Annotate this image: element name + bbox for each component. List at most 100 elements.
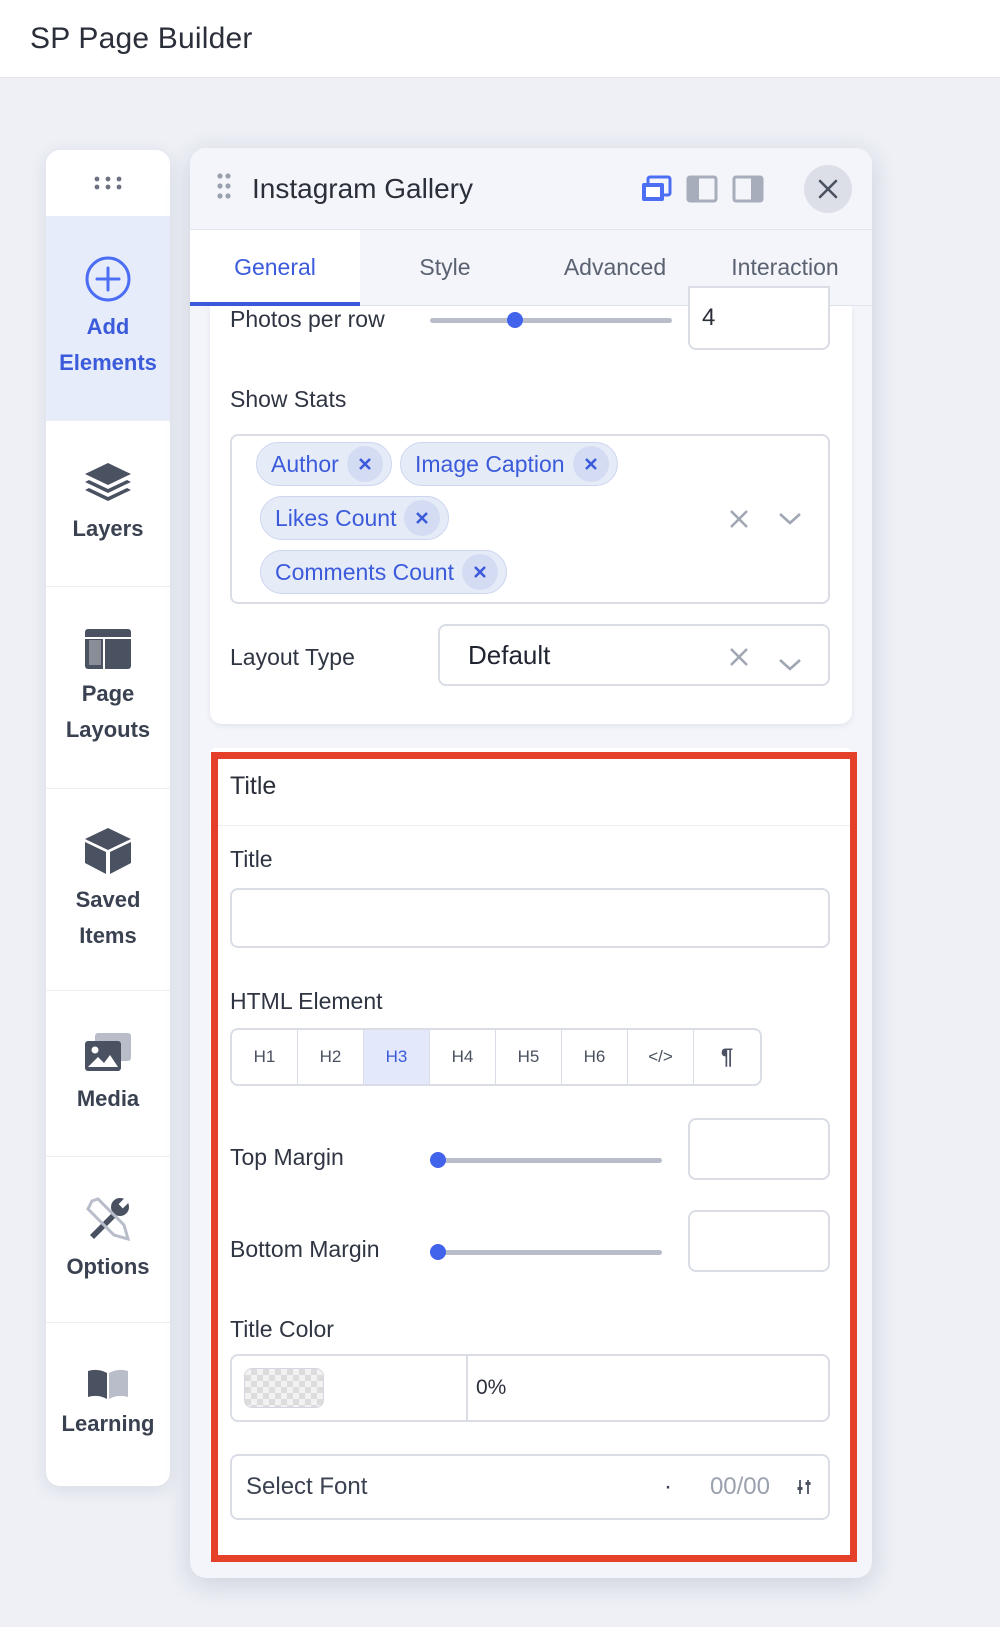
- sidebar-item-add-elements[interactable]: Add Elements: [46, 216, 170, 420]
- tag-image-caption[interactable]: Image Caption: [400, 442, 618, 486]
- html-element-h3[interactable]: H3: [364, 1030, 430, 1084]
- sidebar-item-options[interactable]: Options: [46, 1156, 170, 1322]
- app-title: SP Page Builder: [30, 21, 253, 55]
- sidebar-item-media[interactable]: Media: [46, 990, 170, 1156]
- panel-header: Instagram Gallery: [190, 148, 872, 230]
- remove-tag-icon[interactable]: [346, 446, 383, 482]
- sidebar: Add Elements Layers Page Layouts Saved I…: [46, 150, 170, 1486]
- sidebar-drag-handle[interactable]: [46, 150, 170, 216]
- html-element-code[interactable]: </>: [628, 1030, 694, 1084]
- html-element-h2[interactable]: H2: [298, 1030, 364, 1084]
- html-element-paragraph[interactable]: ¶: [694, 1030, 760, 1084]
- photos-per-row-value: 4: [702, 304, 716, 331]
- show-stats-label: Show Stats: [230, 386, 347, 412]
- layout-type-select[interactable]: Default: [438, 624, 830, 686]
- general-settings-card: Photos per row 4 Show Stats Author Image…: [210, 286, 852, 724]
- chevron-down-icon[interactable]: [778, 512, 802, 531]
- float-window-button[interactable]: [640, 175, 672, 203]
- bottom-margin-input[interactable]: [688, 1210, 830, 1272]
- sidebar-item-label: Media: [76, 1085, 140, 1111]
- bottom-margin-slider-knob[interactable]: [430, 1244, 446, 1260]
- tag-likes-count[interactable]: Likes Count: [260, 496, 450, 540]
- sidebar-item-label: Options: [66, 1253, 150, 1279]
- sidebar-item-page-layouts[interactable]: Page Layouts: [46, 586, 170, 788]
- color-opacity[interactable]: 0%: [468, 1356, 828, 1420]
- grip-dots-icon: [94, 176, 122, 190]
- show-stats-multiselect[interactable]: Author Image Caption Likes Count Comment…: [230, 434, 830, 604]
- title-input[interactable]: [230, 888, 830, 948]
- close-icon: [818, 179, 838, 198]
- bottom-margin-label: Bottom Margin: [230, 1236, 380, 1262]
- top-margin-label: Top Margin: [230, 1144, 344, 1170]
- tag-comments-count[interactable]: Comments Count: [260, 550, 507, 594]
- dock-right-button[interactable]: [732, 175, 764, 203]
- title-color-picker[interactable]: 0%: [230, 1354, 830, 1422]
- sidebar-item-layers[interactable]: Layers: [46, 420, 170, 586]
- dock-right-icon: [732, 175, 764, 202]
- html-element-h1[interactable]: H1: [232, 1030, 298, 1084]
- html-element-h5[interactable]: H5: [496, 1030, 562, 1084]
- remove-tag-icon[interactable]: [461, 554, 498, 590]
- separator-dot: ·: [663, 1473, 672, 1500]
- drag-handle[interactable]: [216, 172, 232, 205]
- title-color-label: Title Color: [230, 1316, 334, 1342]
- dock-left-icon: [686, 175, 718, 202]
- drag-dots-icon: [217, 173, 231, 199]
- section-heading-text: Title: [230, 772, 277, 800]
- tab-general[interactable]: General: [190, 230, 360, 306]
- box-icon: [85, 827, 131, 874]
- color-swatch-cell[interactable]: [232, 1356, 468, 1420]
- layout-type-value: Default: [468, 639, 551, 670]
- plus-circle-icon: [85, 256, 131, 302]
- tag-label: Author: [271, 450, 339, 477]
- top-margin-slider[interactable]: [430, 1158, 662, 1163]
- clear-all-icon[interactable]: [728, 508, 750, 535]
- layers-icon: [85, 462, 131, 501]
- top-margin-slider-knob[interactable]: [430, 1152, 446, 1168]
- sidebar-item-label: Learning: [61, 1410, 155, 1436]
- tag-author[interactable]: Author: [256, 442, 392, 486]
- dock-left-button[interactable]: [686, 175, 718, 203]
- remove-tag-icon[interactable]: [404, 500, 441, 536]
- top-bar: SP Page Builder: [0, 0, 1000, 78]
- tab-advanced[interactable]: Advanced: [530, 230, 700, 305]
- font-settings-icon[interactable]: [796, 1478, 812, 1496]
- bottom-margin-slider[interactable]: [430, 1250, 662, 1255]
- images-icon: [85, 1032, 131, 1071]
- chevron-down-icon[interactable]: [778, 648, 802, 679]
- sidebar-item-learning[interactable]: Learning: [46, 1322, 170, 1486]
- photos-per-row-slider-knob[interactable]: [506, 312, 523, 328]
- layout-type-label: Layout Type: [230, 644, 355, 670]
- font-selector-placeholder: Select Font: [246, 1473, 368, 1500]
- color-opacity-value: 0%: [476, 1376, 507, 1399]
- section-heading[interactable]: Title: [210, 748, 852, 826]
- tag-label: Image Caption: [415, 450, 565, 477]
- color-swatch[interactable]: [244, 1368, 324, 1408]
- panel-title: Instagram Gallery: [252, 172, 473, 204]
- html-element-h6[interactable]: H6: [562, 1030, 628, 1084]
- top-margin-input[interactable]: [688, 1118, 830, 1180]
- clear-icon[interactable]: [728, 644, 750, 675]
- sidebar-item-label: Saved Items: [75, 886, 141, 948]
- title-settings-card: Title Title HTML Element H1 H2 H3 H4 H5 …: [210, 748, 852, 1558]
- sidebar-item-label: Layers: [72, 515, 144, 541]
- title-field-label: Title: [230, 846, 273, 872]
- html-element-selector[interactable]: H1 H2 H3 H4 H5 H6 </> ¶: [230, 1028, 762, 1086]
- html-element-h4[interactable]: H4: [430, 1030, 496, 1084]
- sidebar-item-saved-items[interactable]: Saved Items: [46, 788, 170, 990]
- font-selector[interactable]: Select Font · 00/00: [230, 1454, 830, 1520]
- layout-icon: [85, 628, 131, 669]
- tools-icon: [86, 1196, 131, 1241]
- close-button[interactable]: [804, 164, 852, 213]
- font-size-value: 00/00: [709, 1473, 770, 1500]
- element-settings-panel: Instagram Gallery General Style Advanced…: [190, 148, 872, 1578]
- tag-label: Likes Count: [275, 504, 397, 531]
- float-window-icon: [642, 175, 672, 201]
- remove-tag-icon[interactable]: [572, 446, 609, 482]
- tag-label: Comments Count: [275, 558, 454, 585]
- tab-style[interactable]: Style: [360, 230, 530, 305]
- book-icon: [88, 1369, 128, 1399]
- photos-per-row-input[interactable]: 4: [688, 286, 830, 350]
- photos-per-row-slider[interactable]: [430, 318, 672, 323]
- photos-per-row-label: Photos per row: [230, 306, 385, 332]
